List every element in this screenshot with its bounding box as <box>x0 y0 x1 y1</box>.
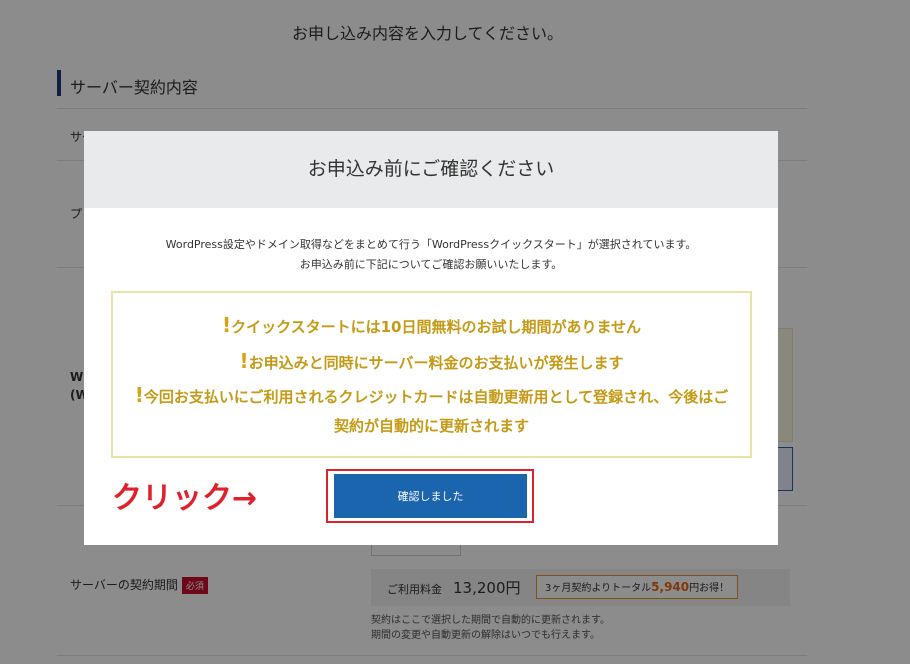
exclamation-icon: ! <box>134 383 144 407</box>
confirm-button[interactable]: 確認しました <box>334 474 527 518</box>
warning-box: !クイックスタートには10日間無料のお試し期間がありません !お申込みと同時にサ… <box>111 291 752 458</box>
confirm-modal: お申込み前にご確認ください WordPress設定やドメイン取得などをまとめて行… <box>84 131 778 545</box>
warning-item: !今回お支払いにご利用されるクレジットカードは自動更新用として登録され、今後はご… <box>134 383 729 435</box>
exclamation-icon: ! <box>239 349 249 373</box>
warning-item: !クイックスタートには10日間無料のお試し期間がありません <box>221 313 642 337</box>
modal-title: お申込み前にご確認ください <box>84 131 778 208</box>
warning-item: !お申込みと同時にサーバー料金のお支払いが発生します <box>239 349 624 373</box>
click-annotation: クリック→ <box>112 481 258 516</box>
exclamation-icon: ! <box>221 313 232 337</box>
modal-description: WordPress設定やドメイン取得などをまとめて行う「WordPressクイッ… <box>165 238 697 271</box>
